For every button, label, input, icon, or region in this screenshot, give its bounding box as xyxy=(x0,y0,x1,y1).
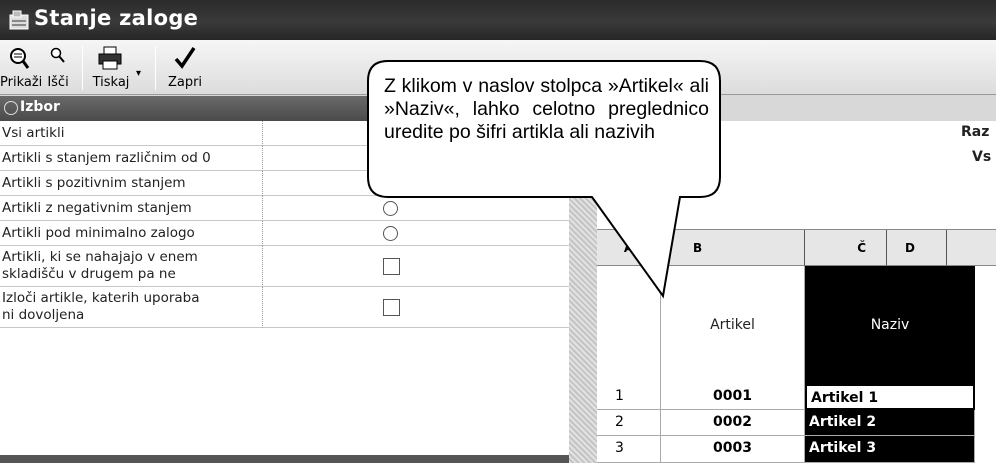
option-label: Artikli pod minimalno zalogo xyxy=(0,221,263,246)
printer-icon xyxy=(98,46,122,70)
naziv-cell[interactable]: Artikel 1 xyxy=(805,384,975,410)
column-letter-d[interactable]: D xyxy=(887,230,947,266)
column-header-naziv[interactable]: Naziv xyxy=(805,266,975,384)
row-number: 3 xyxy=(597,436,661,463)
option-label-line: ni dovoljena xyxy=(2,307,85,323)
option-label: Izloči artikle, katerih uporaba ni dovol… xyxy=(0,287,263,328)
callout-text: Z klikom v naslov stolpca »Artikel« ali … xyxy=(384,75,709,143)
option-label-line: Artikli, ki se nahajajo v enem xyxy=(2,249,198,265)
grid-subheader-text: Vs xyxy=(972,149,992,165)
print-button-label: Tiskaj xyxy=(92,75,130,90)
toolbar-separator xyxy=(82,46,83,90)
option-label: Vsi artikli xyxy=(0,121,263,146)
window-title: Stanje zaloge xyxy=(34,6,199,30)
naziv-cell[interactable]: Artikel 2 xyxy=(805,410,975,436)
view-button-label: Prikaži xyxy=(0,75,43,90)
grid-blank-column xyxy=(975,266,996,463)
naziv-cell[interactable]: Artikel 3 xyxy=(805,436,975,463)
toolbar-separator xyxy=(155,46,156,90)
panel-blank-area xyxy=(0,328,569,455)
row-number: 2 xyxy=(597,410,661,436)
selection-panel-title: Izbor xyxy=(20,99,60,115)
close-button[interactable]: Zapri xyxy=(160,44,210,92)
option-label: Artikli z negativnim stanjem xyxy=(0,196,263,221)
option-label-line: skladišču v drugem pa ne xyxy=(2,266,176,282)
artikel-cell[interactable]: 0002 xyxy=(661,410,805,436)
title-bar: Stanje zaloge xyxy=(0,0,996,40)
row-number: 1 xyxy=(597,384,661,410)
artikel-cell[interactable]: 0001 xyxy=(661,384,805,410)
artikel-cell[interactable]: 0003 xyxy=(661,436,805,463)
option-label: Artikli s stanjem različnim od 0 xyxy=(0,146,263,171)
checkmark-icon xyxy=(174,47,196,69)
grid-header-text: Raz xyxy=(961,124,990,140)
search-button-label: Išči xyxy=(47,75,69,90)
search-button[interactable]: Išči xyxy=(40,44,76,92)
option-label: Artikli, ki se nahajajo v enem skladišču… xyxy=(0,246,263,287)
print-button[interactable]: Tiskaj ▾ xyxy=(88,44,148,92)
search-icon xyxy=(50,47,65,63)
column-letter-blank xyxy=(947,230,996,266)
view-button[interactable]: Prikaži xyxy=(0,44,43,92)
collapse-icon[interactable] xyxy=(4,101,18,115)
dropdown-arrow-icon[interactable]: ▾ xyxy=(136,68,141,79)
option-label: Artikli s pozitivnim stanjem xyxy=(0,171,263,196)
column-letter-c[interactable]: Č xyxy=(805,230,887,266)
panel-footer xyxy=(0,455,569,463)
view-icon xyxy=(10,48,30,69)
option-label-line: Izloči artikle, katerih uporaba xyxy=(2,290,200,306)
stock-icon xyxy=(9,10,29,30)
close-button-label: Zapri xyxy=(167,75,203,90)
